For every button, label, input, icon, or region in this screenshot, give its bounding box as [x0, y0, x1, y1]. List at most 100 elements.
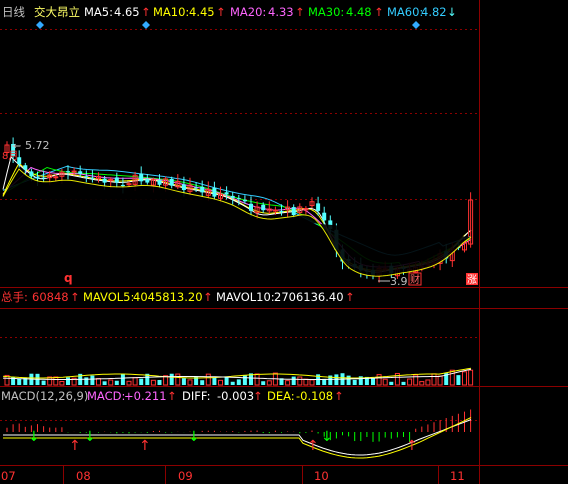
arrow-up-icon: ↑: [203, 290, 213, 304]
diff-label: DIFF:: [182, 389, 210, 403]
candle-body: [71, 170, 77, 173]
volume-bar: [181, 378, 186, 385]
ma10-label: MA10:: [153, 5, 189, 19]
volume-bar: [352, 379, 357, 385]
price-header: 日线 交大昂立 MA5: 4.65 ↑ MA10: 4.45 ↑ MA20: 4…: [2, 5, 457, 19]
arrow-up-icon: ↑: [69, 438, 81, 454]
volume-bar: [266, 380, 272, 386]
volume-bar: [200, 380, 205, 385]
mavol5-line: [2, 367, 472, 379]
event-diamond-icon[interactable]: [36, 21, 44, 29]
mavol5-value: 4045813.20: [133, 290, 203, 304]
candle-body: [322, 212, 327, 221]
volume-bar: [212, 377, 217, 385]
candle-body: [157, 180, 162, 185]
candle-body: [194, 187, 199, 189]
arrow-down-icon: ↓: [28, 429, 40, 445]
candle-body: [23, 165, 28, 170]
volume-bar: [242, 375, 247, 385]
volume-bar: [236, 379, 241, 385]
volume-bar: [401, 381, 406, 385]
x-tick-label: 08: [76, 469, 91, 483]
diff-value: -0.003: [217, 389, 254, 403]
rise-tag[interactable]: 涨: [467, 274, 477, 286]
arrow-up-icon: ↑: [406, 438, 418, 454]
dea-value: -0.108: [296, 389, 333, 403]
arrow-up-icon: ↑: [307, 438, 319, 454]
stock-name: 交大昂立: [34, 5, 80, 19]
event-markers: [36, 21, 420, 29]
ma30-label: MA30:: [308, 5, 344, 19]
candle-body: [224, 192, 229, 195]
candle-body: [102, 178, 107, 183]
arrow-up-icon: ↑: [374, 5, 384, 19]
volume-bar: [291, 376, 296, 385]
volume-bar: [187, 379, 193, 386]
arrow-up-icon: ↑: [70, 290, 80, 304]
mavol5-label: MAVOL5:: [83, 290, 134, 304]
macd-name: MACD(12,26,9): [1, 389, 88, 403]
arrow-up-icon: ↑: [345, 290, 355, 304]
candle-body: [78, 171, 83, 174]
volume-bar: [254, 373, 260, 386]
volume-bar: [376, 374, 382, 386]
candle-body: [41, 177, 46, 179]
candle-body: [261, 204, 266, 211]
volume-bar: [382, 378, 388, 386]
volume-bar: [157, 379, 162, 385]
candle-body: [53, 176, 59, 179]
volume-bar: [150, 379, 156, 386]
volume-bar: [437, 375, 443, 386]
volume-bar: [389, 381, 394, 385]
macd-value: +0.211: [124, 389, 167, 403]
ma5-value: 4.65: [114, 5, 140, 19]
ma30-value: 4.48: [346, 5, 372, 19]
dea-label: DEA:: [267, 389, 295, 403]
volume-bar: [205, 373, 211, 386]
event-diamond-icon[interactable]: [412, 21, 420, 29]
volume-bar: [84, 377, 89, 385]
volume-bar: [139, 378, 144, 385]
arrow-down-icon: ↓: [84, 429, 96, 445]
q-marker: q: [64, 271, 73, 285]
ma20-value: 4.33: [268, 5, 294, 19]
candle-body: [84, 176, 89, 178]
volume-bar: [218, 379, 223, 386]
finance-tag[interactable]: 财: [410, 273, 420, 286]
signal-arrows: ↓ ↓ ↓ ↓↑ ↑ ↑ ↑: [28, 429, 418, 454]
arrow-up-icon: ↑: [253, 389, 263, 403]
volume-bar: [449, 369, 455, 386]
candle-body: [35, 177, 40, 179]
volume-bar: [169, 373, 174, 385]
ma5-label: MA5:: [84, 5, 113, 19]
candle-body: [212, 187, 217, 197]
period-label[interactable]: 日线: [2, 5, 25, 19]
volume-bar: [102, 381, 107, 385]
volume-bar: [41, 380, 46, 385]
stock-chart: ↓ ↓ ↓ ↓↑ ↑ ↑ ↑ 日线 交大昂立 MA5: 4.65 ↑ MA10: 4.45 …: [0, 0, 568, 484]
volume-bar: [17, 378, 22, 385]
arrow-up-icon: ↑: [334, 389, 344, 403]
volume-bar: [108, 379, 114, 386]
total-volume-label: 总手:: [1, 290, 28, 304]
volume-bar: [285, 380, 291, 386]
volume-bar: [407, 378, 413, 386]
x-tick-label: 11: [450, 469, 465, 483]
candle-body: [145, 179, 150, 183]
volume-bar: [224, 376, 229, 385]
arrow-up-icon: ↑: [139, 438, 151, 454]
arrow-up-icon: ↑: [295, 5, 305, 19]
volume-bar: [90, 375, 95, 385]
candle-body: [29, 171, 34, 177]
high-price-label: 5.72: [25, 139, 50, 152]
volume-bar: [456, 375, 461, 385]
volume-bar: [419, 381, 425, 386]
candle-body: [236, 198, 241, 200]
volume-bar: [468, 369, 474, 386]
event-diamond-icon[interactable]: [142, 21, 150, 29]
x-tick-label: 10: [314, 469, 329, 483]
candle-body: [114, 177, 119, 183]
grid: [0, 0, 568, 484]
total-volume-value: 60848: [32, 290, 69, 304]
arrow-up-icon: ↑: [167, 389, 177, 403]
